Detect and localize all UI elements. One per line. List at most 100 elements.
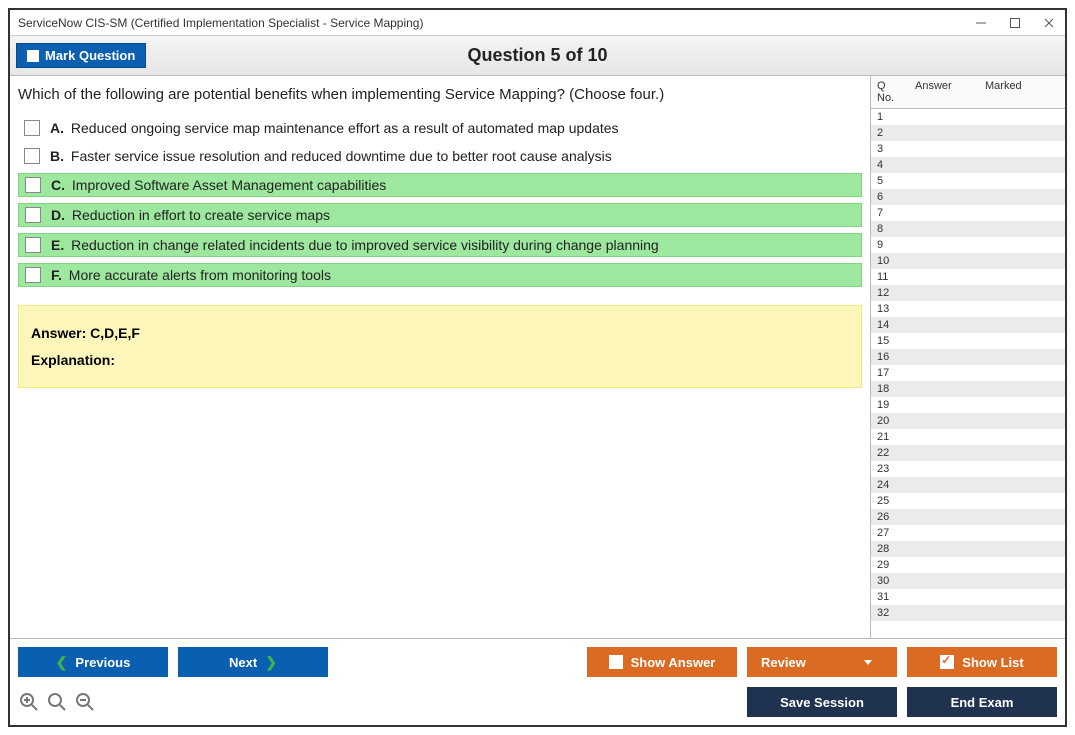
answer-value: C,D,E,F — [90, 325, 140, 341]
mark-question-button[interactable]: Mark Question — [16, 43, 146, 68]
question-list-row[interactable]: 12 — [871, 285, 1065, 301]
question-list-row[interactable]: 9 — [871, 237, 1065, 253]
review-label: Review — [761, 655, 806, 670]
question-list-row[interactable]: 13 — [871, 301, 1065, 317]
question-list-row[interactable]: 32 — [871, 605, 1065, 621]
question-counter: Question 5 of 10 — [10, 45, 1065, 66]
end-exam-label: End Exam — [951, 695, 1014, 710]
question-list-row[interactable]: 16 — [871, 349, 1065, 365]
titlebar: ServiceNow CIS-SM (Certified Implementat… — [10, 10, 1065, 36]
option-text: E. Reduction in change related incidents… — [51, 237, 659, 253]
chevron-down-icon — [864, 660, 872, 665]
checkbox-icon — [609, 655, 623, 669]
checkbox-icon[interactable] — [25, 237, 41, 253]
window-controls — [973, 15, 1057, 31]
question-list-row[interactable]: 8 — [871, 221, 1065, 237]
question-list-row[interactable]: 4 — [871, 157, 1065, 173]
question-list-row[interactable]: 6 — [871, 189, 1065, 205]
question-list-panel: Q No. Answer Marked 12345678910111213141… — [870, 76, 1065, 638]
checkbox-icon — [27, 50, 39, 62]
maximize-icon[interactable] — [1007, 15, 1023, 31]
explanation-label: Explanation: — [31, 352, 115, 368]
option-text: F. More accurate alerts from monitoring … — [51, 267, 331, 283]
next-button[interactable]: Next ❯ — [178, 647, 328, 677]
question-list-row[interactable]: 1 — [871, 109, 1065, 125]
checkbox-icon[interactable] — [25, 177, 41, 193]
zoom-icon[interactable] — [46, 692, 68, 712]
checkbox-icon[interactable] — [24, 148, 40, 164]
review-button[interactable]: Review — [747, 647, 897, 677]
question-list-header: Q No. Answer Marked — [871, 76, 1065, 109]
question-list-row[interactable]: 22 — [871, 445, 1065, 461]
answer-option[interactable]: B. Faster service issue resolution and r… — [18, 145, 862, 167]
answer-line: Answer: C,D,E,F — [31, 320, 849, 347]
option-text: A. Reduced ongoing service map maintenan… — [50, 120, 619, 136]
question-list-row[interactable]: 10 — [871, 253, 1065, 269]
question-list-row[interactable]: 28 — [871, 541, 1065, 557]
minimize-icon[interactable] — [973, 15, 989, 31]
col-header-marked: Marked — [979, 76, 1065, 108]
body: Which of the following are potential ben… — [10, 76, 1065, 638]
answer-option[interactable]: C. Improved Software Asset Management ca… — [18, 173, 862, 197]
question-list-row[interactable]: 19 — [871, 397, 1065, 413]
save-session-button[interactable]: Save Session — [747, 687, 897, 717]
footer-row-2: Save Session End Exam — [18, 687, 1057, 717]
question-list-row[interactable]: 30 — [871, 573, 1065, 589]
zoom-out-icon[interactable] — [74, 692, 96, 712]
previous-label: Previous — [75, 655, 130, 670]
show-list-label: Show List — [962, 655, 1023, 670]
checkbox-icon[interactable] — [25, 267, 41, 283]
option-text: B. Faster service issue resolution and r… — [50, 148, 612, 164]
checkbox-checked-icon — [940, 655, 954, 669]
footer: ❮ Previous Next ❯ Show Answer Review Sho… — [10, 638, 1065, 725]
answer-option[interactable]: D. Reduction in effort to create service… — [18, 203, 862, 227]
show-answer-label: Show Answer — [631, 655, 716, 670]
answer-box: Answer: C,D,E,F Explanation: — [18, 305, 862, 388]
question-list-row[interactable]: 2 — [871, 125, 1065, 141]
close-icon[interactable] — [1041, 15, 1057, 31]
show-list-button[interactable]: Show List — [907, 647, 1057, 677]
answer-option[interactable]: F. More accurate alerts from monitoring … — [18, 263, 862, 287]
question-list-row[interactable]: 20 — [871, 413, 1065, 429]
show-answer-button[interactable]: Show Answer — [587, 647, 737, 677]
checkbox-icon[interactable] — [25, 207, 41, 223]
question-list-row[interactable]: 29 — [871, 557, 1065, 573]
question-list-row[interactable]: 21 — [871, 429, 1065, 445]
checkbox-icon[interactable] — [24, 120, 40, 136]
question-list-row[interactable]: 18 — [871, 381, 1065, 397]
question-list-body[interactable]: 1234567891011121314151617181920212223242… — [871, 109, 1065, 638]
question-list-row[interactable]: 25 — [871, 493, 1065, 509]
answer-option[interactable]: A. Reduced ongoing service map maintenan… — [18, 117, 862, 139]
question-list-row[interactable]: 14 — [871, 317, 1065, 333]
chevron-right-icon: ❯ — [265, 654, 277, 671]
chevron-left-icon: ❮ — [56, 654, 68, 671]
answer-label: Answer: — [31, 325, 86, 341]
question-list-row[interactable]: 17 — [871, 365, 1065, 381]
question-list-row[interactable]: 15 — [871, 333, 1065, 349]
mark-question-label: Mark Question — [45, 48, 135, 63]
end-exam-button[interactable]: End Exam — [907, 687, 1057, 717]
previous-button[interactable]: ❮ Previous — [18, 647, 168, 677]
question-list-row[interactable]: 3 — [871, 141, 1065, 157]
question-list-row[interactable]: 31 — [871, 589, 1065, 605]
question-list-row[interactable]: 5 — [871, 173, 1065, 189]
explanation-line: Explanation: — [31, 347, 849, 374]
zoom-controls — [18, 692, 96, 712]
question-list-row[interactable]: 11 — [871, 269, 1065, 285]
answer-option[interactable]: E. Reduction in change related incidents… — [18, 233, 862, 257]
next-label: Next — [229, 655, 257, 670]
main-content: Which of the following are potential ben… — [10, 76, 870, 638]
question-list-row[interactable]: 26 — [871, 509, 1065, 525]
options-list: A. Reduced ongoing service map maintenan… — [18, 117, 862, 287]
question-list-row[interactable]: 27 — [871, 525, 1065, 541]
question-list-row[interactable]: 23 — [871, 461, 1065, 477]
question-text: Which of the following are potential ben… — [18, 86, 862, 103]
window-title: ServiceNow CIS-SM (Certified Implementat… — [18, 16, 973, 30]
footer-row-1: ❮ Previous Next ❯ Show Answer Review Sho… — [18, 647, 1057, 677]
question-list-row[interactable]: 24 — [871, 477, 1065, 493]
option-text: C. Improved Software Asset Management ca… — [51, 177, 386, 193]
question-list-row[interactable]: 7 — [871, 205, 1065, 221]
zoom-in-icon[interactable] — [18, 692, 40, 712]
option-text: D. Reduction in effort to create service… — [51, 207, 330, 223]
save-session-label: Save Session — [780, 695, 864, 710]
